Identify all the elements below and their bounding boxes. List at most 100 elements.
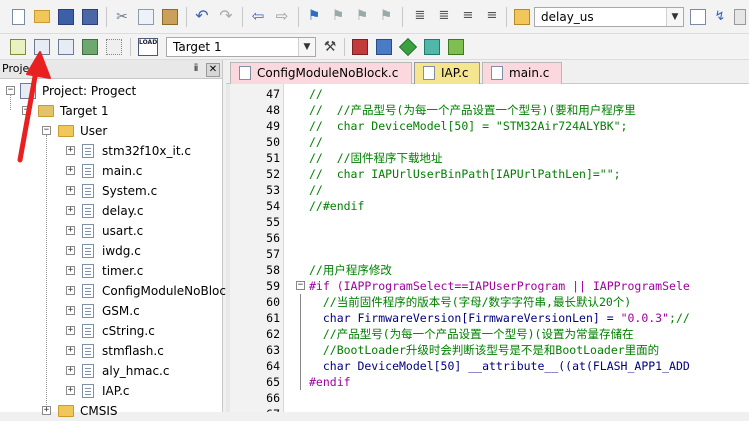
code-line[interactable]: //当前固件程序的版本号(字母/数字字符串,最长默认20个): [309, 294, 631, 310]
line-number: 62: [266, 327, 280, 341]
line-number: 63: [266, 343, 280, 357]
stop-build-icon[interactable]: [106, 39, 122, 55]
folder-icon: [58, 125, 74, 137]
code-line[interactable]: #if (IAPProgramSelect==IAPUserProgram ||…: [309, 278, 690, 294]
pin-icon[interactable]: ⅱ: [190, 63, 202, 75]
redo-icon[interactable]: ↷: [218, 8, 234, 24]
bookmark-icon[interactable]: ⚑: [306, 8, 322, 24]
find-icon[interactable]: [690, 9, 706, 25]
expand-file-toggle[interactable]: +: [66, 146, 75, 155]
save-icon[interactable]: [58, 9, 74, 25]
expand-file-toggle[interactable]: +: [66, 386, 75, 395]
expand-file-toggle[interactable]: +: [66, 226, 75, 235]
tree-file-label: IAP.c: [102, 384, 130, 398]
expand-file-toggle[interactable]: +: [66, 346, 75, 355]
code-line[interactable]: //用户程序修改: [309, 262, 392, 278]
code-editor[interactable]: //// //产品型号(为每一个产品设置一个型号)(要和用户程序里// char…: [226, 84, 749, 412]
copy-icon[interactable]: [138, 9, 154, 25]
line-number: 60: [266, 295, 280, 309]
line-number: 53: [266, 183, 280, 197]
fold-toggle[interactable]: −: [296, 281, 305, 290]
code-text: char FirmwareVersion[FirmwareVersionLen]…: [309, 311, 621, 325]
indent-icon[interactable]: ≣: [412, 8, 428, 24]
translate-icon[interactable]: [10, 39, 26, 55]
bookmark-next-icon[interactable]: ⚑: [354, 8, 370, 24]
target-options-icon[interactable]: ⚒: [322, 39, 338, 55]
build-icon[interactable]: [34, 39, 50, 55]
fold-guide: [300, 294, 301, 390]
c-file-icon: [82, 284, 94, 298]
code-line[interactable]: //: [309, 86, 323, 102]
uncomment-icon[interactable]: ≡: [484, 8, 500, 24]
new-file-icon[interactable]: [12, 9, 25, 25]
code-line[interactable]: // char IAPUrlUserBinPath[IAPUrlPathLen]…: [309, 166, 621, 182]
comment-icon[interactable]: ≡: [460, 8, 476, 24]
tree-file-label: stm32f10x_it.c: [102, 144, 191, 158]
nav-back-icon[interactable]: ⇦: [250, 8, 266, 24]
expand-file-toggle[interactable]: +: [66, 326, 75, 335]
code-line[interactable]: //#endif: [309, 198, 364, 214]
line-number: 61: [266, 311, 280, 325]
expand-file-toggle[interactable]: +: [66, 266, 75, 275]
tab-configmodulenoblock[interactable]: ConfigModuleNoBlock.c: [230, 62, 412, 84]
cut-icon[interactable]: ✂: [114, 9, 130, 25]
incremental-find-icon[interactable]: ↯: [712, 9, 728, 25]
code-line[interactable]: char DeviceModel[50] __attribute__((at(F…: [309, 358, 690, 374]
project-panel: Project ⅱ ✕ − Project: Progect − Target 1− U…: [0, 60, 226, 418]
expand-file-toggle[interactable]: +: [66, 206, 75, 215]
rebuild-icon[interactable]: [58, 39, 74, 55]
expand-file-toggle[interactable]: +: [66, 166, 75, 175]
panel-title: Project: [2, 62, 40, 75]
expand-group-toggle[interactable]: −: [42, 126, 51, 135]
settings-icon[interactable]: [734, 9, 746, 25]
expand-target-toggle[interactable]: −: [22, 106, 31, 115]
chevron-down-icon[interactable]: ▼: [298, 38, 315, 56]
code-line[interactable]: //BootLoader升级时会判断该型号是不是和BootLoader里面的: [309, 342, 659, 358]
code-line[interactable]: // char DeviceModel[50] = "STM32Air724AL…: [309, 118, 628, 134]
c-file-icon: [82, 364, 94, 378]
code-line[interactable]: //: [309, 134, 323, 150]
c-file-icon: [82, 204, 94, 218]
pack-installer-icon[interactable]: [424, 39, 440, 55]
code-line[interactable]: // //固件程序下载地址: [309, 150, 443, 166]
tab-iap[interactable]: IAP.c: [414, 62, 480, 84]
nav-forward-icon[interactable]: ⇨: [274, 8, 290, 24]
code-line[interactable]: char FirmwareVersion[FirmwareVersionLen]…: [309, 310, 690, 326]
expand-file-toggle[interactable]: +: [66, 246, 75, 255]
pack-select-icon[interactable]: [448, 39, 464, 55]
manage-components-icon[interactable]: [352, 39, 368, 55]
code-line[interactable]: //: [309, 182, 323, 198]
c-file-icon: [82, 304, 94, 318]
find-in-files-icon[interactable]: [514, 9, 530, 25]
tab-main[interactable]: main.c: [482, 62, 562, 84]
undo-icon[interactable]: ↶: [194, 8, 210, 24]
code-line[interactable]: #endif: [309, 374, 351, 390]
expand-file-toggle[interactable]: +: [66, 186, 75, 195]
tree-group-user-label: User: [80, 124, 108, 138]
code-line[interactable]: // //产品型号(为每一个产品设置一个型号)(要和用户程序里: [309, 102, 636, 118]
find-combo[interactable]: delay_us ▼: [534, 7, 684, 27]
bookmark-clear-icon[interactable]: ⚑: [378, 8, 394, 24]
open-folder-icon[interactable]: [34, 10, 50, 23]
code-line[interactable]: //产品型号(为每一个产品设置一个型号)(设置为常量存储在: [309, 326, 634, 342]
tree-file-label: main.c: [102, 164, 143, 178]
batch-build-icon[interactable]: [82, 39, 98, 55]
expand-file-toggle[interactable]: +: [66, 306, 75, 315]
unindent-icon[interactable]: ≣: [436, 8, 452, 24]
chevron-down-icon[interactable]: ▼: [666, 8, 683, 26]
target-select[interactable]: Target 1 ▼: [166, 37, 316, 57]
close-icon[interactable]: ✕: [206, 63, 220, 77]
tree-target-label: Target 1: [60, 104, 109, 118]
expand-root-toggle[interactable]: −: [6, 86, 15, 95]
paste-icon[interactable]: [162, 9, 178, 25]
expand-file-toggle[interactable]: +: [66, 286, 75, 295]
expand-group-toggle[interactable]: +: [42, 406, 51, 415]
bookmark-prev-icon[interactable]: ⚑: [330, 8, 346, 24]
download-icon[interactable]: LOAD: [138, 38, 158, 56]
save-all-icon[interactable]: [82, 9, 98, 25]
file-extensions-icon[interactable]: [376, 39, 392, 55]
run-time-env-icon[interactable]: [398, 37, 418, 57]
expand-file-toggle[interactable]: +: [66, 366, 75, 375]
folder-icon: [58, 405, 74, 417]
c-file-icon: [82, 264, 94, 278]
